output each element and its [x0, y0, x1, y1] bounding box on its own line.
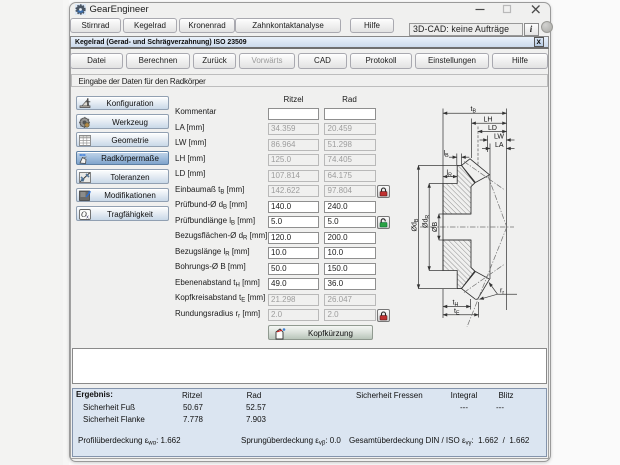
svg-text:tE: tE: [454, 308, 460, 317]
svg-text:LW: LW: [494, 134, 504, 141]
svg-text:lR: lR: [447, 170, 453, 179]
svg-text:ØB: ØB: [432, 222, 439, 232]
svg-text:LH: LH: [484, 117, 493, 124]
svg-text:rr: rr: [500, 288, 504, 297]
svg-text:LD: LD: [488, 125, 497, 132]
svg-text:lB: lB: [444, 151, 450, 160]
svg-text:LA: LA: [495, 142, 504, 149]
